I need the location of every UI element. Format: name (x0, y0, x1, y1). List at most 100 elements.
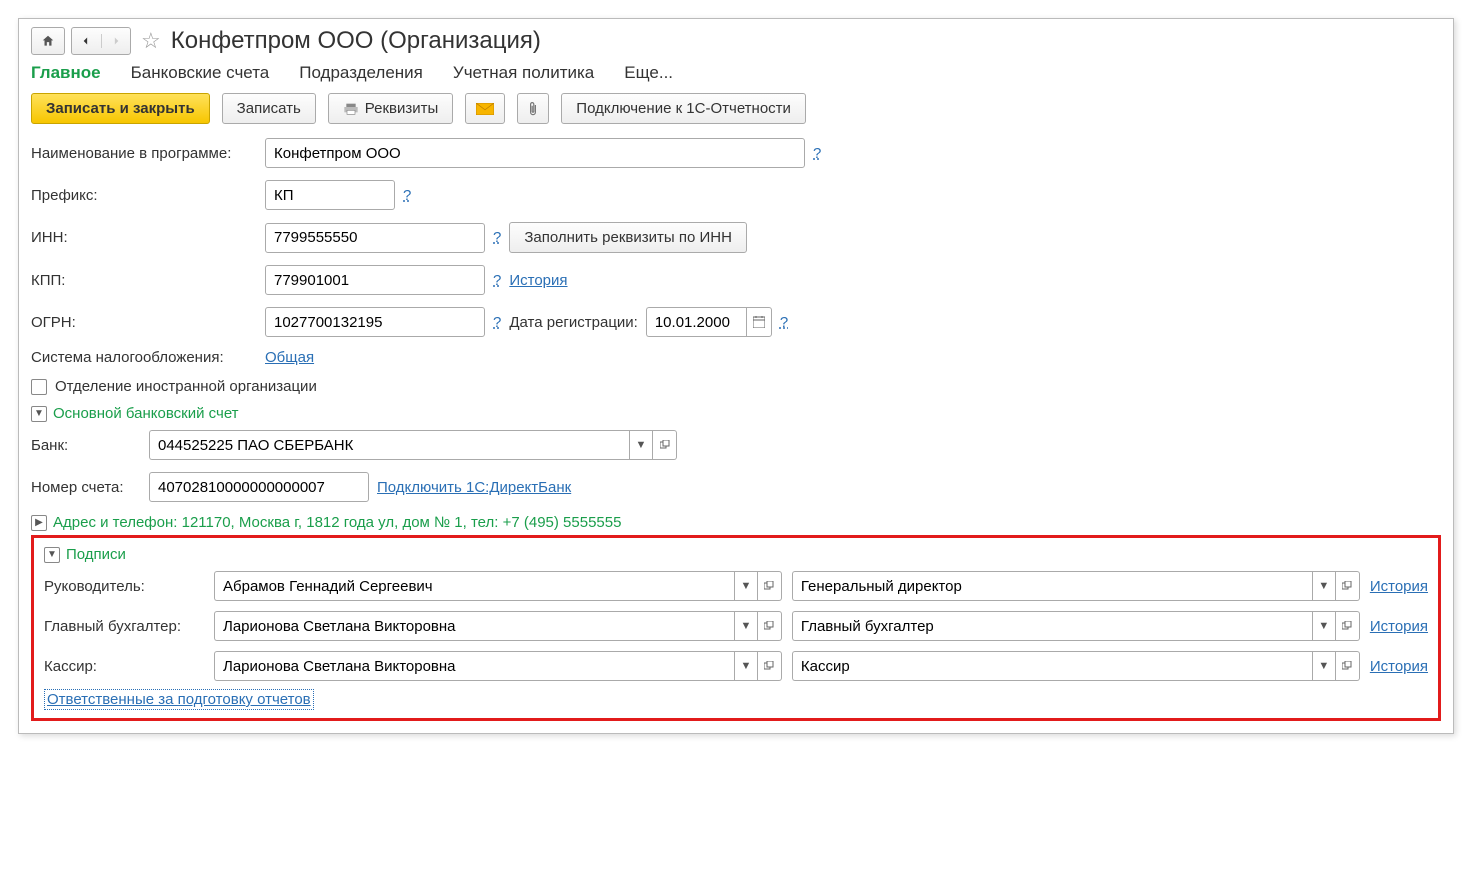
row-prefix: Префикс: ? (31, 180, 1441, 210)
tab-subdivisions[interactable]: Подразделения (299, 63, 423, 83)
open-button[interactable] (758, 611, 782, 641)
ogrn-help[interactable]: ? (493, 314, 501, 331)
open-icon (764, 621, 774, 631)
row-head: Руководитель: ▼ ▼ История (44, 571, 1428, 601)
kpp-help[interactable]: ? (493, 272, 501, 289)
dropdown-button[interactable]: ▼ (1312, 651, 1336, 681)
arrow-left-icon (79, 34, 93, 48)
row-tax-system: Система налогообложения: Общая (31, 349, 1441, 366)
open-button[interactable] (1336, 611, 1360, 641)
ogrn-label: ОГРН: (31, 314, 257, 331)
fill-by-inn-button[interactable]: Заполнить реквизиты по ИНН (509, 222, 747, 253)
bank-label: Банк: (31, 437, 141, 454)
regdate-help[interactable]: ? (780, 314, 788, 331)
foreign-label: Отделение иностранной организации (55, 378, 317, 395)
chief-person-combo: ▼ (214, 611, 782, 641)
inn-help[interactable]: ? (493, 229, 501, 246)
cashier-pos-combo: ▼ (792, 651, 1360, 681)
save-button[interactable]: Записать (222, 93, 316, 124)
prefix-input[interactable] (265, 180, 395, 210)
requisites-label: Реквизиты (365, 100, 439, 117)
calendar-button[interactable] (746, 307, 772, 337)
open-icon (1342, 621, 1352, 631)
prefix-help[interactable]: ? (403, 187, 411, 204)
section-signatures-toggle[interactable]: ▼ Подписи (44, 546, 1428, 563)
requisites-button[interactable]: Реквизиты (328, 93, 454, 124)
tab-main[interactable]: Главное (31, 63, 101, 83)
expand-right-icon: ▶ (31, 515, 47, 531)
chief-pos-input[interactable] (792, 611, 1312, 641)
row-account: Номер счета: Подключить 1С:ДиректБанк (31, 472, 1441, 502)
row-chief-accountant: Главный бухгалтер: ▼ ▼ История (44, 611, 1428, 641)
collapse-down-icon: ▼ (31, 406, 47, 422)
open-icon (764, 661, 774, 671)
cashier-pos-input[interactable] (792, 651, 1312, 681)
section-address-text: Адрес и телефон: 121170, Москва г, 1812 … (53, 514, 621, 531)
head-history-link[interactable]: История (1370, 578, 1428, 595)
dropdown-button[interactable]: ▼ (1312, 611, 1336, 641)
ogrn-input[interactable] (265, 307, 485, 337)
window-frame: ☆ Конфетпром ООО (Организация) Главное Б… (18, 18, 1454, 734)
collapse-down-icon: ▼ (44, 547, 60, 563)
favorite-star-icon[interactable]: ☆ (141, 28, 161, 54)
dropdown-button[interactable]: ▼ (734, 651, 758, 681)
open-icon (764, 581, 774, 591)
chief-person-input[interactable] (214, 611, 734, 641)
dropdown-button[interactable]: ▼ (734, 611, 758, 641)
bank-input[interactable] (149, 430, 629, 460)
forward-button[interactable] (101, 34, 131, 48)
mail-button[interactable] (465, 93, 505, 124)
name-input[interactable] (265, 138, 805, 168)
regdate-field (646, 307, 772, 337)
row-cashier: Кассир: ▼ ▼ История (44, 651, 1428, 681)
nav-back-forward[interactable] (71, 27, 131, 55)
head-pos-input[interactable] (792, 571, 1312, 601)
open-button[interactable] (1336, 571, 1360, 601)
directbank-link[interactable]: Подключить 1С:ДиректБанк (377, 479, 571, 496)
bank-dropdown-button[interactable]: ▼ (629, 430, 653, 460)
kpp-input[interactable] (265, 265, 485, 295)
chief-history-link[interactable]: История (1370, 618, 1428, 635)
account-input[interactable] (149, 472, 369, 502)
head-person-combo: ▼ (214, 571, 782, 601)
connect-reporting-button[interactable]: Подключение к 1С-Отчетности (561, 93, 806, 124)
cashier-person-combo: ▼ (214, 651, 782, 681)
open-button[interactable] (1336, 651, 1360, 681)
calendar-icon (753, 316, 765, 328)
account-label: Номер счета: (31, 479, 141, 496)
section-bank-toggle[interactable]: ▼ Основной банковский счет (31, 405, 1441, 422)
tab-bank-accounts[interactable]: Банковские счета (131, 63, 270, 83)
foreign-checkbox[interactable] (31, 379, 47, 395)
tab-more[interactable]: Еще... (624, 63, 673, 83)
name-help[interactable]: ? (813, 145, 821, 162)
row-name: Наименование в программе: ? (31, 138, 1441, 168)
open-icon (660, 440, 670, 450)
responsible-link[interactable]: Ответственные за подготовку отчетов (44, 689, 314, 710)
open-button[interactable] (758, 651, 782, 681)
dropdown-button[interactable]: ▼ (734, 571, 758, 601)
nav-button-group (31, 27, 131, 55)
dropdown-button[interactable]: ▼ (1312, 571, 1336, 601)
cashier-person-input[interactable] (214, 651, 734, 681)
tax-value-link[interactable]: Общая (265, 349, 314, 366)
tax-label: Система налогообложения: (31, 349, 257, 366)
save-close-button[interactable]: Записать и закрыть (31, 93, 210, 124)
back-button[interactable] (72, 34, 101, 48)
inn-input[interactable] (265, 223, 485, 253)
header-row: ☆ Конфетпром ООО (Организация) (31, 27, 1441, 55)
bank-open-button[interactable] (653, 430, 677, 460)
head-person-input[interactable] (214, 571, 734, 601)
open-button[interactable] (758, 571, 782, 601)
attach-button[interactable] (517, 93, 549, 124)
row-ogrn: ОГРН: ? Дата регистрации: ? (31, 307, 1441, 337)
home-button[interactable] (31, 27, 65, 55)
kpp-history-link[interactable]: История (509, 272, 567, 289)
chief-pos-combo: ▼ (792, 611, 1360, 641)
tab-accounting-policy[interactable]: Учетная политика (453, 63, 594, 83)
row-kpp: КПП: ? История (31, 265, 1441, 295)
cashier-history-link[interactable]: История (1370, 658, 1428, 675)
regdate-input[interactable] (646, 307, 746, 337)
toolbar: Записать и закрыть Записать Реквизиты По… (31, 93, 1441, 124)
row-foreign-org: Отделение иностранной организации (31, 378, 1441, 395)
section-address-toggle[interactable]: ▶ Адрес и телефон: 121170, Москва г, 181… (31, 514, 1441, 531)
